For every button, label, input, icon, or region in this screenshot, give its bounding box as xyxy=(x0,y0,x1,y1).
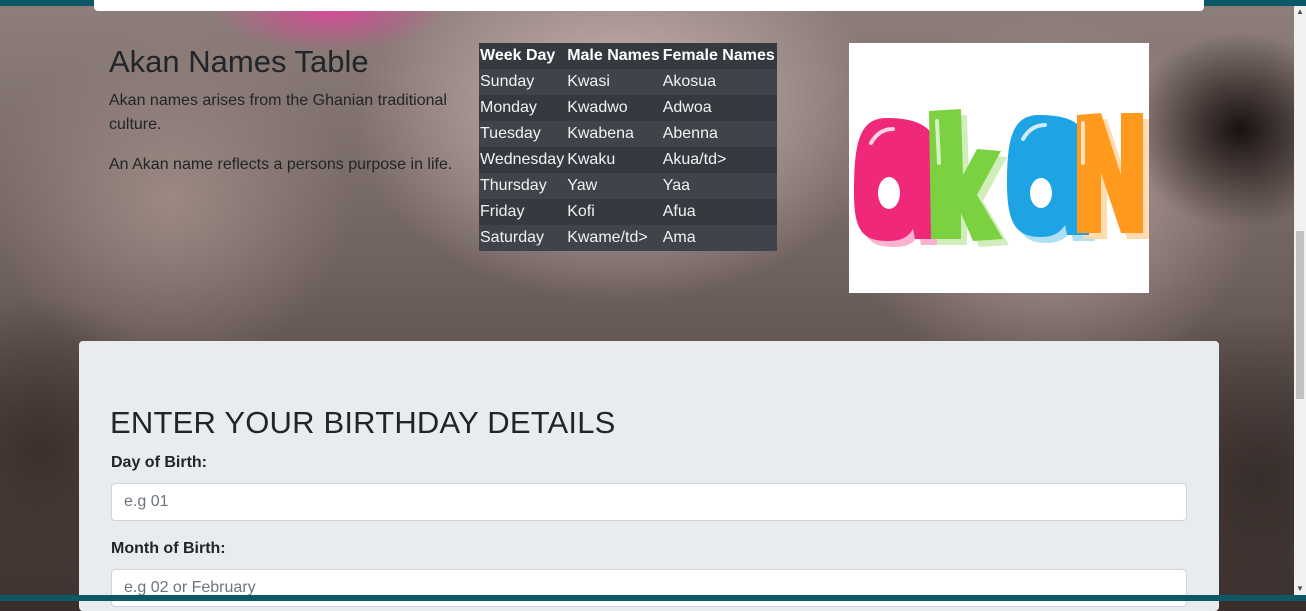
akan-names-table: Week Day Male Names Female Names Sunday … xyxy=(479,43,777,251)
scroll-up-arrow-icon[interactable]: ▲ xyxy=(1294,6,1306,18)
page-scrollbar[interactable]: ▲ ▼ xyxy=(1294,6,1306,595)
scroll-down-arrow-icon[interactable]: ▼ xyxy=(1294,583,1306,595)
form-heading: ENTER YOUR BIRTHDAY DETAILS xyxy=(110,405,616,440)
table-cell: Kwaku xyxy=(566,147,662,173)
table-cell: Wednesday xyxy=(479,147,567,173)
table-cell: Thursday xyxy=(479,173,567,199)
table-cell: Monday xyxy=(479,95,567,121)
table-row: Saturday Kwame/td> Ama xyxy=(479,225,777,251)
logo-letter-a xyxy=(854,118,939,241)
day-of-birth-input[interactable] xyxy=(111,483,1187,521)
table-cell: Afua xyxy=(661,199,777,225)
month-of-birth-input[interactable] xyxy=(111,569,1187,607)
month-of-birth-label: Month of Birth: xyxy=(111,540,226,557)
table-cell: Yaw xyxy=(566,173,662,199)
column-header-week-day: Week Day xyxy=(480,47,556,64)
table-cell: Kwabena xyxy=(566,121,662,147)
table-cell: Adwoa xyxy=(661,95,777,121)
logo-letter-a2-hole xyxy=(1030,178,1052,208)
table-cell: Kwame/td> xyxy=(566,225,662,251)
akan-logo-graphic xyxy=(854,109,1149,247)
column-header-female-names: Female Names xyxy=(662,47,775,64)
logo-highlight xyxy=(935,119,941,165)
table-row: Thursday Yaw Yaa xyxy=(479,173,777,199)
birthday-form-card: ENTER YOUR BIRTHDAY DETAILS Day of Birth… xyxy=(79,341,1219,611)
table-row: Wednesday Kwaku Akua/td> xyxy=(479,147,777,173)
akan-logo-image xyxy=(849,43,1149,293)
table-cell: Abenna xyxy=(661,121,777,147)
scrollbar-thumb[interactable] xyxy=(1296,231,1304,399)
table-cell: Akosua xyxy=(661,69,777,95)
table-row: Monday Kwadwo Adwoa xyxy=(479,95,777,121)
description-paragraph: An Akan name reflects a persons purpose … xyxy=(109,156,453,173)
section-title: Akan Names Table xyxy=(109,44,369,79)
logo-letter-a-hole xyxy=(878,177,900,209)
table-cell: Kwadwo xyxy=(566,95,662,121)
table-row: Friday Kofi Afua xyxy=(479,199,777,225)
table-cell: Kwasi xyxy=(566,69,662,95)
table-cell: Sunday xyxy=(479,69,567,95)
day-of-birth-label: Day of Birth: xyxy=(111,454,207,471)
bottom-accent-bar xyxy=(0,595,1306,601)
table-cell: Saturday xyxy=(479,225,567,251)
logo-letter-a2 xyxy=(1007,115,1089,237)
previous-section-card xyxy=(94,0,1204,11)
table-cell: Akua/td> xyxy=(661,147,777,173)
table-cell: Yaa xyxy=(661,173,777,199)
table-cell: Ama xyxy=(661,225,777,251)
table-header-row: Week Day Male Names Female Names xyxy=(479,43,777,69)
table-row: Sunday Kwasi Akosua xyxy=(479,69,777,95)
table-cell: Kofi xyxy=(566,199,662,225)
column-header-male-names: Male Names xyxy=(567,47,660,64)
table-cell: Tuesday xyxy=(479,121,567,147)
table-row: Tuesday Kwabena Abenna xyxy=(479,121,777,147)
table-cell: Friday xyxy=(479,199,567,225)
description-paragraph: Akan names arises from the Ghanian tradi… xyxy=(109,92,447,133)
